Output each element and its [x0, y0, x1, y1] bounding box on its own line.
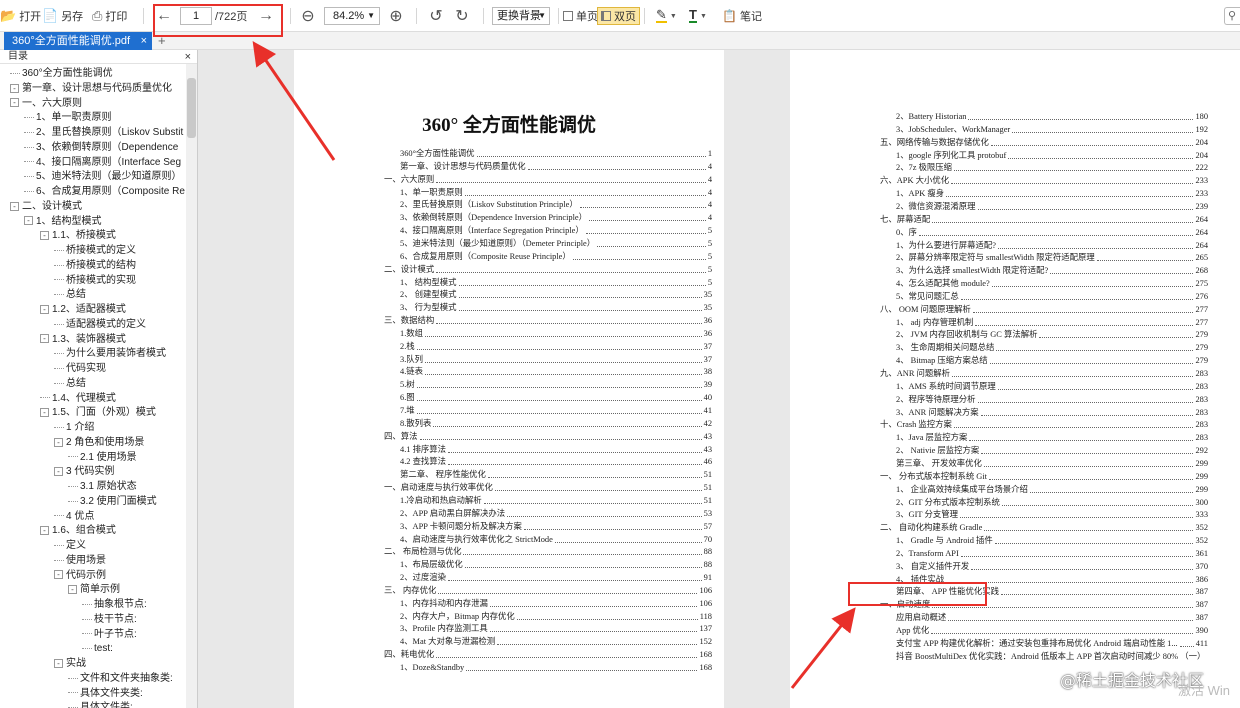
- annotation-arrows: [252, 41, 856, 689]
- activate-windows-text: 激活 Win: [1178, 683, 1231, 698]
- arrow-to-chapter4: [790, 607, 856, 689]
- arrow-to-page-nav: [252, 41, 336, 161]
